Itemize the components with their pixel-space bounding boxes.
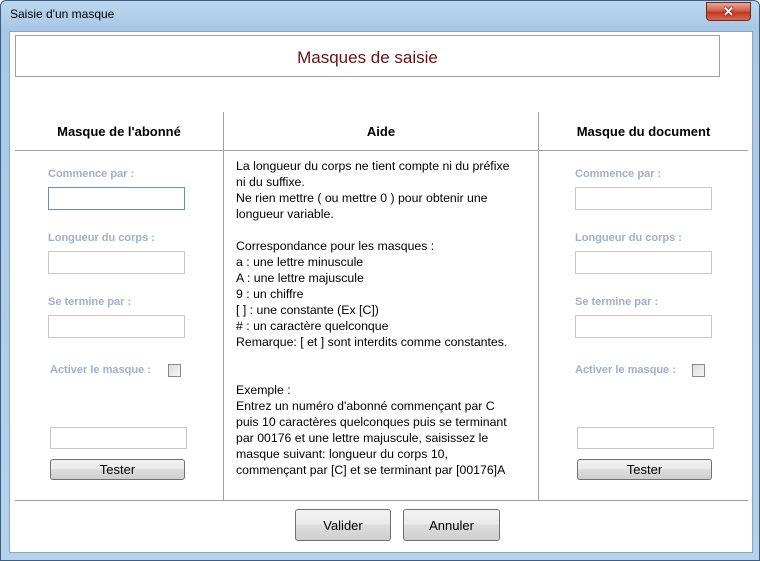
help-line: # : un caractère quelconque: [236, 319, 389, 333]
header-panel: Masques de saisie: [15, 35, 720, 77]
document-test-input[interactable]: [577, 427, 714, 449]
subscriber-body-length-label: Longueur du corps :: [48, 232, 155, 244]
document-body-length-label: Longueur du corps :: [575, 232, 682, 244]
title-bar[interactable]: Saisie d'un masque ✕: [1, 1, 759, 30]
dialog-window: Saisie d'un masque ✕ Masques de saisie M…: [0, 0, 760, 561]
dialog-heading: Masques de saisie: [297, 48, 438, 67]
document-mask-column: Masque du document Commence par : Longue…: [539, 112, 748, 501]
dialog-body: Masques de saisie Masque de l'abonné Com…: [9, 31, 753, 553]
help-line: ni du suffixe.: [236, 175, 305, 189]
help-heading: Aide: [224, 112, 538, 151]
help-line: par 00176 et une lettre majuscule, saisi…: [236, 431, 489, 445]
document-activate-label: Activer le masque :: [575, 364, 676, 376]
subscriber-test-button[interactable]: Tester: [50, 459, 185, 480]
mask-table: Masque de l'abonné Commence par : Longue…: [15, 112, 748, 501]
subscriber-test-input[interactable]: [50, 427, 187, 449]
subscriber-mask-column: Masque de l'abonné Commence par : Longue…: [15, 112, 223, 501]
window-title: Saisie d'un masque: [10, 7, 115, 21]
subscriber-ends-with-label: Se termine par :: [48, 296, 132, 308]
document-body-length-input[interactable]: [575, 251, 712, 274]
close-button[interactable]: ✕: [706, 2, 751, 21]
document-ends-with-label: Se termine par :: [575, 296, 659, 308]
document-test-button[interactable]: Tester: [577, 459, 712, 480]
document-starts-with-input[interactable]: [575, 187, 712, 210]
help-line: a : une lettre minuscule: [236, 255, 364, 269]
help-line: A : une lettre majuscule: [236, 271, 364, 285]
document-activate-checkbox[interactable]: [692, 364, 705, 377]
subscriber-body-length-input[interactable]: [48, 251, 185, 274]
divider: [15, 500, 748, 501]
help-line: masque suivant: longueur du corps 10,: [236, 447, 448, 461]
help-line: Entrez un numéro d'abonné commençant par…: [236, 399, 495, 413]
help-line: Remarque: [ et ] sont interdits comme co…: [236, 335, 508, 349]
help-line: puis 10 caractères quelconques puis se t…: [236, 415, 507, 429]
subscriber-activate-checkbox[interactable]: [168, 364, 181, 377]
help-line: La longueur du corps ne tient compte ni …: [236, 159, 510, 173]
document-ends-with-input[interactable]: [575, 315, 712, 338]
help-line: 9 : un chiffre: [236, 287, 304, 301]
help-line: commençant par [C] et se terminant par […: [236, 463, 506, 477]
close-icon: ✕: [723, 3, 734, 19]
cancel-button[interactable]: Annuler: [403, 509, 500, 541]
help-line: Ne rien mettre ( ou mettre 0 ) pour obte…: [236, 191, 488, 205]
validate-button[interactable]: Valider: [295, 509, 391, 541]
subscriber-starts-with-label: Commence par :: [48, 168, 135, 180]
help-line: Correspondance pour les masques :: [236, 239, 435, 253]
subscriber-ends-with-input[interactable]: [48, 315, 185, 338]
help-line: Exemple :: [236, 383, 291, 397]
subscriber-mask-heading: Masque de l'abonné: [15, 112, 223, 151]
subscriber-starts-with-input[interactable]: [48, 187, 185, 210]
subscriber-activate-label: Activer le masque :: [50, 364, 151, 376]
help-line: [ ] : une constante (Ex [C]): [236, 303, 379, 317]
document-mask-heading: Masque du document: [539, 112, 748, 151]
document-starts-with-label: Commence par :: [575, 168, 662, 180]
help-line: longueur variable.: [236, 207, 334, 221]
help-text: La longueur du corps ne tient compte ni …: [236, 158, 536, 478]
help-column: Aide La longueur du corps ne tient compt…: [223, 112, 539, 501]
